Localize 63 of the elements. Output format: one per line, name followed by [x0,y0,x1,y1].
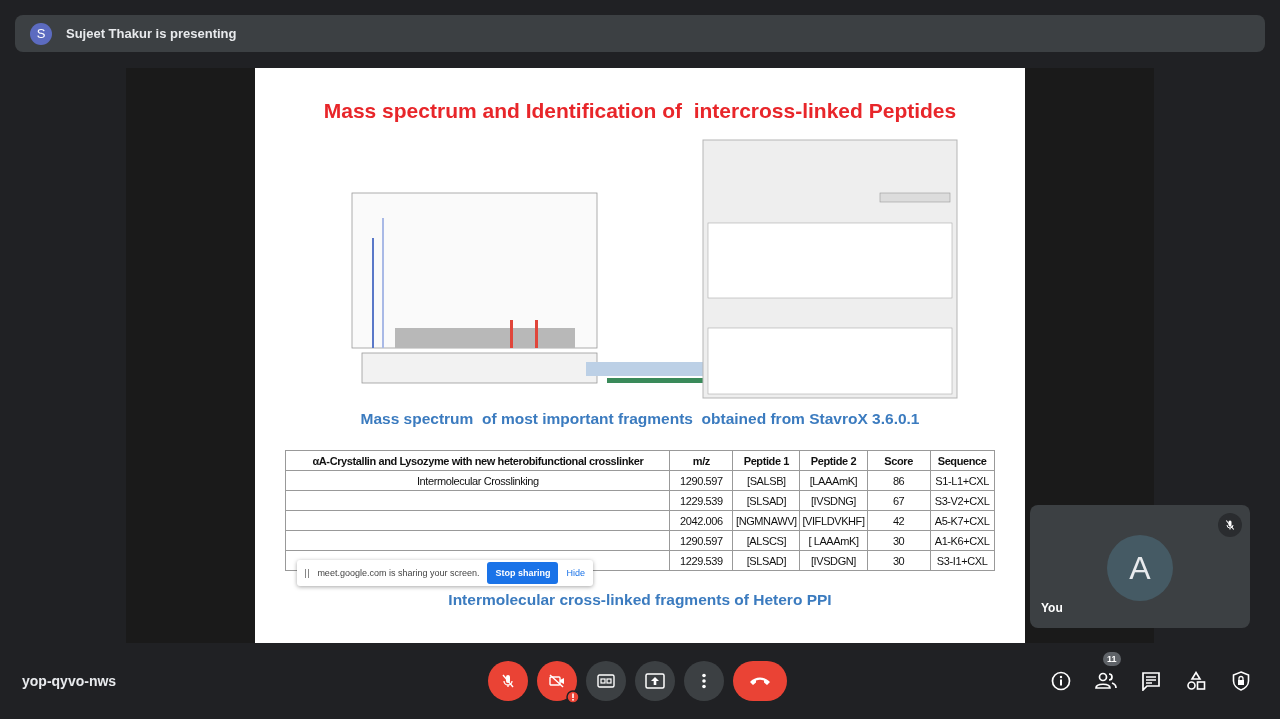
table-cell: [SALSB] [747,474,786,487]
mic-button[interactable] [488,661,528,701]
table-cell: 30 [892,554,905,567]
presenter-avatar: S [30,22,52,45]
table-cell: Intermolecular Crosslinking [416,474,539,487]
info-icon [1051,671,1071,691]
table-cell: [VIFLDVKHF] [802,514,865,527]
table-cell: [NGMNAWV] [736,514,797,527]
slide-title: Mass spectrum and Identification of intercross-linked Peptides [323,99,957,123]
figure-caption: Mass spectrum of most important fragments obtained from StavroX 3.6.0.1 [360,410,920,428]
captions-icon [597,674,615,688]
column-header: m/z [692,454,710,467]
column-header: Peptide 2 [810,454,857,467]
user-avatar: A [1107,535,1173,601]
table-cell: [ LAAAmK] [808,534,859,547]
table-cell: [SLSAD] [746,494,787,507]
column-header: Score [884,454,913,467]
table-cell: 1229.539 [680,554,723,567]
table-cell: S3-I1+CXL [936,554,988,567]
people-icon [1095,672,1117,690]
sharing-message: meet.google.com is sharing your screen. [317,568,480,578]
table-cell: A1-K6+CXL [934,534,990,547]
table-cell: [LAAAmK] [809,474,858,487]
column-header: αA-Crystallin and Lysozyme with new heterobifunctional crosslinker [312,454,644,467]
table-cell: 42 [892,514,905,527]
table-cell: S3-V2+CXL [934,494,990,507]
table-cell: [IVSDNG] [810,494,857,507]
table-cell: [ALSCS] [746,534,787,547]
table-cell: 1290.597 [680,534,723,547]
table-cell: 1229.539 [680,494,723,507]
hide-link[interactable]: Hide [566,568,585,578]
info-button[interactable] [1049,669,1073,693]
banner-text: Sujeet Thakur is presenting [66,26,237,41]
present-button[interactable] [635,661,675,701]
table-cell: 1290.597 [680,474,723,487]
table-cell: [SLSAD] [746,554,787,567]
activities-button[interactable] [1184,669,1208,693]
drag-handle-icon[interactable] [305,568,310,578]
participant-count: 11 [1103,652,1121,666]
table-cell: A5-K7+CXL [934,514,990,527]
hang-up-icon [749,676,771,686]
more-icon [702,673,706,689]
present-screen-icon [645,673,665,689]
camera-button[interactable] [537,661,577,701]
column-header: Peptide 1 [743,454,790,467]
table-cell: [IVSDGN] [810,554,857,567]
figure-caption: Intermolecular cross-linked fragments of Hetero PPI [448,591,832,609]
table-cell: 86 [892,474,905,487]
table-cell: 67 [892,494,905,507]
column-header: Sequence [937,454,987,467]
shapes-icon [1186,671,1206,691]
stop-sharing-button[interactable]: Stop sharing [487,562,559,584]
table-cell: 2042.006 [680,514,723,527]
chat-button[interactable] [1139,669,1163,693]
table-cell: 30 [892,534,905,547]
meeting-code: yop-qyvo-nws [22,673,117,689]
shield-lock-icon [1232,671,1250,691]
tile-label: You [1041,601,1063,615]
table-cell: S1-L1+CXL [935,474,989,487]
more-button[interactable] [684,661,724,701]
leave-button[interactable] [733,661,787,701]
captions-button[interactable] [586,661,626,701]
chat-icon [1141,671,1161,691]
